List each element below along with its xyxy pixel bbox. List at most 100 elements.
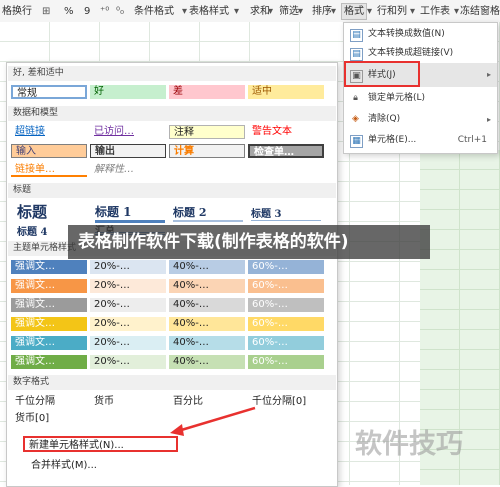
sort-button[interactable]: 排序 (312, 4, 332, 19)
theme-style-cell[interactable]: 60%-… (248, 298, 324, 312)
chevron-down-icon[interactable]: ▾ (298, 4, 303, 19)
theme-style-cell[interactable]: 40%-… (169, 355, 245, 369)
arrow-shaft (177, 406, 256, 433)
section-good-bad-neutral: 好, 差和适中 (8, 66, 336, 81)
chevron-down-icon[interactable]: ▾ (367, 4, 372, 19)
chevron-down-icon[interactable]: ▾ (410, 4, 415, 19)
annotation-arrow (170, 406, 256, 436)
theme-style-cell[interactable]: 20%-… (90, 298, 166, 312)
theme-style-cell[interactable]: 20%-… (90, 260, 166, 274)
rows-columns-button[interactable]: 行和列 (377, 4, 407, 19)
chevron-down-icon[interactable]: ▾ (454, 4, 459, 19)
thousands-separator-button[interactable]: 9 (84, 4, 90, 19)
sum-button[interactable]: 求和 (250, 4, 270, 19)
theme-style-cell[interactable]: 20%-… (90, 279, 166, 293)
style-check-cell[interactable]: 检查单… (248, 144, 324, 158)
style-heading-1[interactable]: 标题 1 (95, 203, 165, 223)
ribbon-toolbar: 格换行 ⊞ % 9 ⁺⁰ ⁰₀ 条件格式 ▾ 表格样式 ▾ 求和 ▾ 筛选 ▾ … (0, 0, 500, 23)
theme-style-cell[interactable]: 60%-… (248, 355, 324, 369)
format-dropdown-menu: ▤ 文本转换成数值(N) ▤ 文本转换成超链接(V) ▣ 样式(J) ▸ 🔒︎ … (343, 22, 498, 154)
submenu-arrow-icon: ▸ (486, 70, 491, 79)
theme-style-cell[interactable]: 60%-… (248, 260, 324, 274)
eraser-icon: ◈ (352, 114, 359, 124)
style-heading-3[interactable]: 标题 3 (251, 205, 321, 221)
watermark: 软件技巧 (355, 429, 463, 460)
decimal-decrease-icon[interactable]: ⁰₀ (116, 4, 124, 19)
theme-style-cell[interactable]: 60%-… (248, 279, 324, 293)
style-comma-0[interactable]: 千位分隔[0] (248, 395, 328, 409)
style-hyperlink[interactable]: 超链接 (11, 125, 87, 139)
freeze-panes-button[interactable]: 冻结窗格 (460, 4, 500, 19)
decimal-increase-icon[interactable]: ⁺⁰ (100, 4, 109, 19)
menu-item-lock-cell[interactable]: 🔒︎ 锁定单元格(L) (344, 89, 497, 108)
theme-style-cell[interactable]: 强调文… (11, 298, 87, 312)
worksheet-button[interactable]: 工作表 (420, 4, 450, 19)
style-linked-cell[interactable]: 链接单… (11, 163, 87, 177)
chevron-down-icon[interactable]: ▾ (331, 4, 336, 19)
lock-icon: 🔒︎ (353, 93, 358, 103)
style-neutral[interactable]: 适中 (248, 85, 324, 99)
theme-style-cell[interactable]: 40%-… (169, 317, 245, 331)
theme-style-cell[interactable]: 强调文… (11, 355, 87, 369)
arrow-head (170, 424, 184, 436)
theme-style-cell[interactable]: 强调文… (11, 317, 87, 331)
section-headings: 标题 (8, 183, 336, 198)
theme-style-cell[interactable]: 20%-… (90, 317, 166, 331)
filter-button[interactable]: 筛选 (279, 4, 299, 19)
chevron-down-icon[interactable]: ▾ (268, 4, 273, 19)
style-warning-text[interactable]: 警告文本 (248, 125, 324, 139)
theme-style-cell[interactable]: 40%-… (169, 336, 245, 350)
style-comma[interactable]: 千位分隔 (11, 395, 87, 409)
style-visited-link[interactable]: 已访问… (90, 125, 166, 139)
wrap-text-button[interactable]: 格换行 (2, 4, 32, 19)
menu-item-label: 单元格(E)... (368, 135, 417, 145)
percent-button[interactable]: % (64, 4, 74, 19)
style-good[interactable]: 好 (90, 85, 166, 99)
style-normal[interactable]: 常规 (11, 85, 87, 99)
style-heading-2[interactable]: 标题 2 (173, 204, 243, 222)
chevron-down-icon[interactable]: ▾ (234, 4, 239, 19)
menu-item-text-to-number[interactable]: ▤ 文本转换成数值(N) (344, 25, 497, 44)
style-bad[interactable]: 差 (169, 85, 245, 99)
table-style-button[interactable]: 表格样式 (189, 4, 229, 19)
style-title[interactable]: 标题 (17, 201, 47, 222)
section-data-model: 数据和模型 (8, 106, 336, 121)
style-input[interactable]: 输入 (11, 144, 87, 158)
style-output[interactable]: 输出 (90, 144, 166, 158)
style-note[interactable]: 注释 (169, 125, 245, 139)
banner-title: 表格制作软件下载(制作表格的软件) (78, 232, 349, 252)
style-currency-0[interactable]: 货币[0] (11, 412, 87, 426)
text-to-hyperlink-icon: ▤ (350, 48, 363, 61)
format-menu-button[interactable]: 格式 (341, 3, 367, 20)
new-cell-style-button[interactable]: 新建单元格样式(N)... (23, 436, 178, 452)
highlight-box (344, 61, 420, 87)
section-number-format: 数字格式 (8, 375, 336, 390)
theme-style-cell[interactable]: 20%-… (90, 355, 166, 369)
shortcut-label: Ctrl+1 (457, 135, 487, 145)
theme-style-cell[interactable]: 强调文… (11, 260, 87, 274)
theme-style-cell[interactable]: 40%-… (169, 298, 245, 312)
text-to-number-icon: ▤ (350, 29, 363, 42)
menu-item-cell-format[interactable]: ▦ 单元格(E)... Ctrl+1 (344, 131, 497, 150)
style-explanatory[interactable]: 解释性… (90, 163, 166, 177)
merge-styles-button[interactable]: 合并样式(M)... (27, 459, 177, 473)
submenu-arrow-icon: ▸ (486, 115, 491, 124)
theme-style-cell[interactable]: 40%-… (169, 279, 245, 293)
currency-icon[interactable]: ⊞ (42, 4, 50, 19)
theme-style-cell[interactable]: 强调文… (11, 279, 87, 293)
menu-item-clear[interactable]: ◈ 清除(Q) ▸ (344, 110, 497, 129)
menu-item-label: 锁定单元格(L) (368, 93, 426, 103)
style-calculation[interactable]: 计算 (169, 144, 245, 158)
menu-item-label: 文本转换成数值(N) (368, 29, 445, 39)
theme-style-cell[interactable]: 20%-… (90, 336, 166, 350)
theme-style-cell[interactable]: 40%-… (169, 260, 245, 274)
menu-item-label: 清除(Q) (368, 114, 401, 124)
style-currency[interactable]: 货币 (90, 395, 166, 409)
theme-style-cell[interactable]: 60%-… (248, 317, 324, 331)
theme-style-cell[interactable]: 60%-… (248, 336, 324, 350)
style-heading-4[interactable]: 标题 4 (17, 223, 47, 238)
theme-style-cell[interactable]: 强调文… (11, 336, 87, 350)
conditional-format-button[interactable]: 条件格式 (134, 4, 174, 19)
chevron-down-icon[interactable]: ▾ (182, 4, 187, 19)
cell-format-icon: ▦ (350, 135, 363, 148)
